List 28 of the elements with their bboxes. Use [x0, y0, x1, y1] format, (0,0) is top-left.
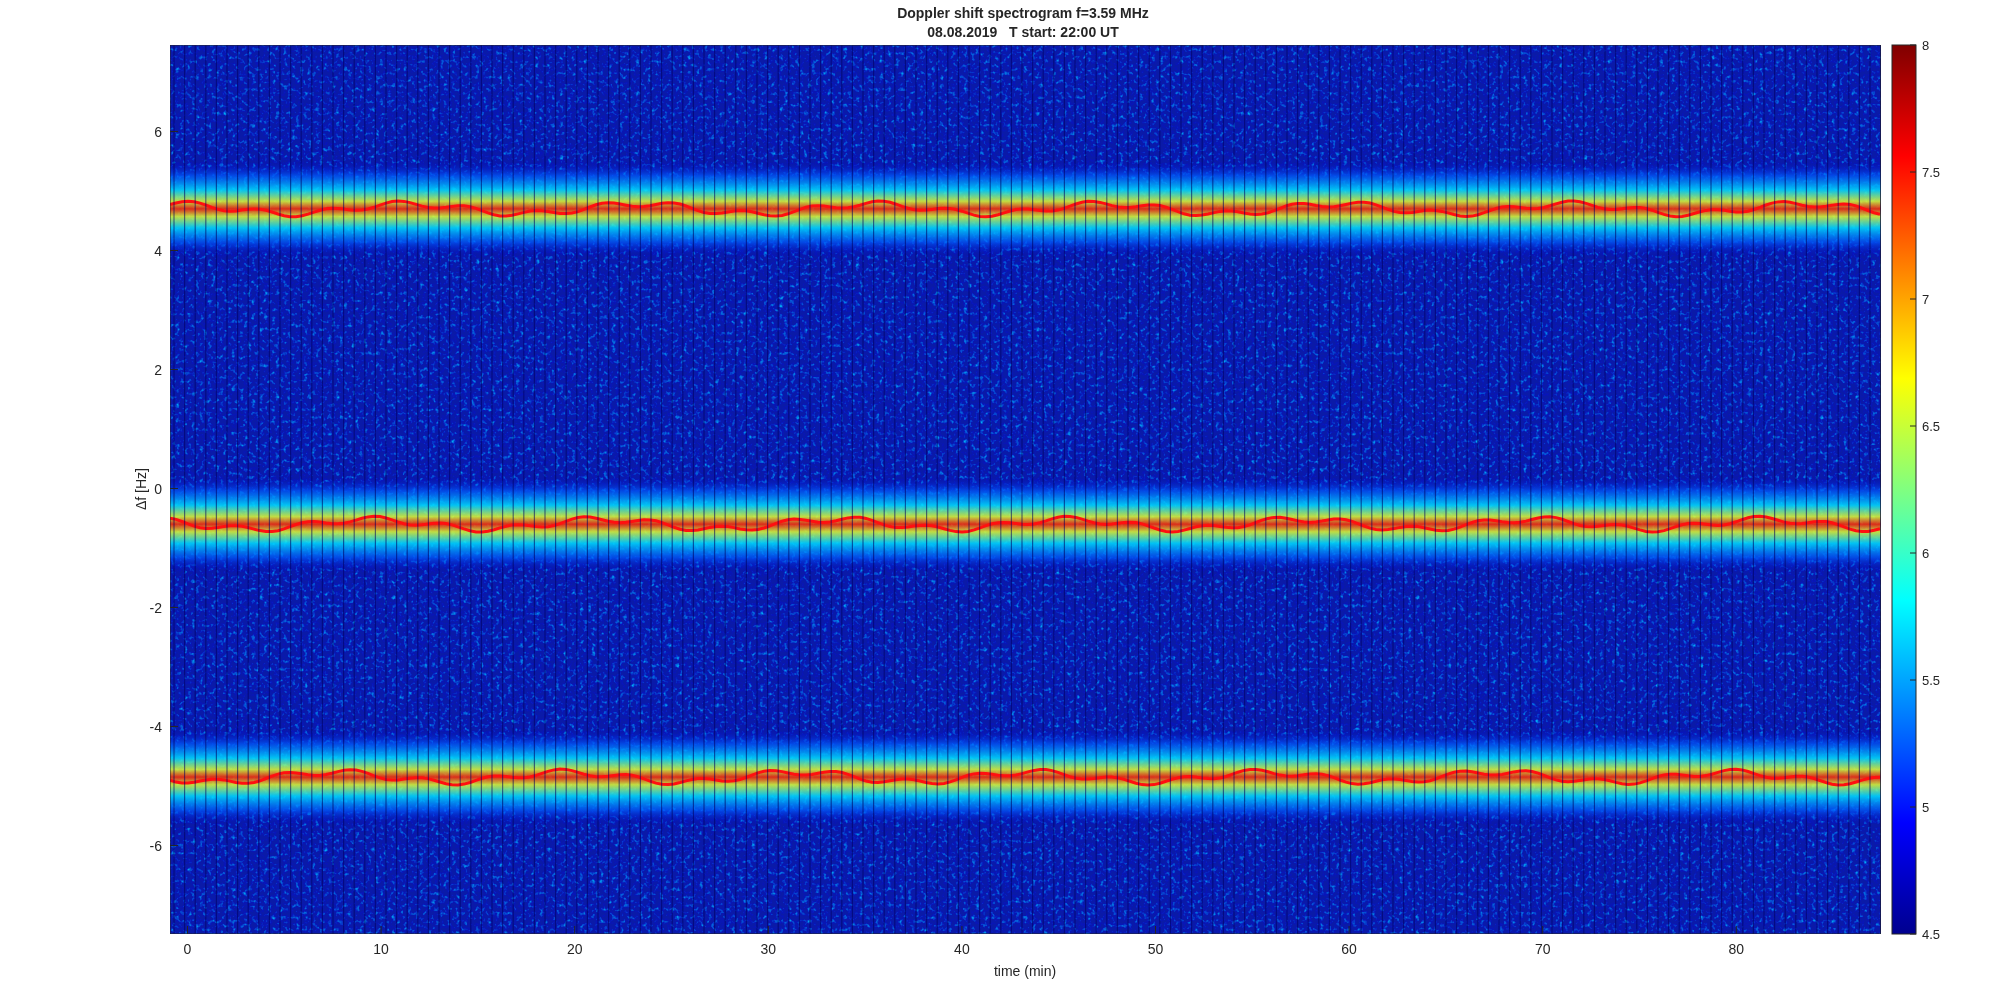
colorbar-tick-label: 5.5 — [1922, 673, 1941, 688]
y-tick-label: 0 — [154, 480, 162, 497]
y-tick-label: 6 — [154, 123, 162, 140]
y-tick-label: -2 — [149, 599, 162, 616]
x-tick-label: 10 — [373, 941, 389, 957]
y-tick-label: -6 — [149, 837, 162, 854]
x-tick-label: 80 — [1728, 941, 1745, 957]
colorbar-tick-label: 6 — [1922, 546, 1930, 561]
x-tick-label: 40 — [954, 941, 970, 957]
chart-subtitle: 08.08.2019 T start: 22:00 UT — [927, 24, 1119, 40]
x-tick-label: 60 — [1341, 941, 1357, 957]
chart-title: Doppler shift spectrogram f=3.59 MHz — [897, 5, 1149, 21]
x-tick-label: 0 — [183, 941, 192, 957]
colorbar-tick-label: 8 — [1922, 38, 1930, 53]
y-axis-label: Δf [Hz] — [133, 468, 149, 510]
x-tick-label: 50 — [1147, 941, 1164, 957]
y-tick-label: 2 — [154, 361, 162, 378]
y-tick-label: 4 — [154, 242, 162, 259]
colorbar-tick-label: 7.5 — [1922, 165, 1941, 180]
colorbar-tick-label: 7 — [1922, 292, 1930, 307]
x-tick-label: 30 — [760, 941, 777, 957]
x-tick-label: 70 — [1534, 941, 1551, 957]
x-tick-label: 20 — [566, 941, 583, 957]
colorbar-tick-label: 5 — [1922, 800, 1930, 815]
colorbar-tick-label: 6.5 — [1922, 419, 1941, 434]
colorbar-tick-label: 4.5 — [1922, 927, 1941, 942]
x-axis-label: time (min) — [993, 963, 1057, 979]
y-tick-label: -4 — [149, 718, 162, 735]
